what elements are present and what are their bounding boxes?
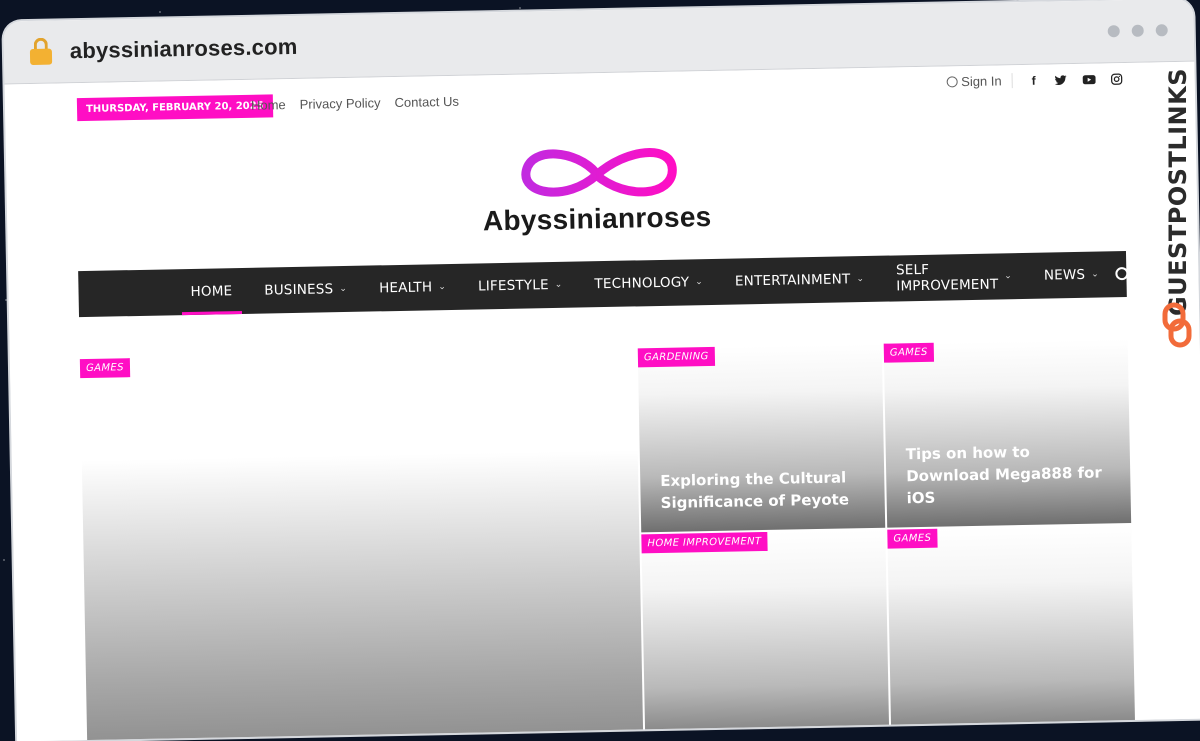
- site-logo[interactable]: Abyssinianroses: [446, 140, 748, 246]
- window-dot-1[interactable]: [1108, 25, 1120, 37]
- nav-item-business[interactable]: BUSINESS ⌄: [248, 266, 364, 314]
- featured-posts-grid: GAMES GARDENING Exploring the Cultural S…: [80, 339, 1137, 741]
- guestpostlinks-watermark: GUESTPOSTLINKS: [1158, 58, 1194, 358]
- nav-label: TECHNOLOGY: [594, 274, 689, 292]
- featured-post[interactable]: GARDENING Exploring the Cultural Signifi…: [638, 344, 885, 533]
- watermark-text: GUESTPOSTLINKS: [1164, 52, 1192, 332]
- post-title[interactable]: Beauty Casino Live: A: [911, 731, 1117, 741]
- nav-item-entertainment[interactable]: ENTERTAINMENT ⌄: [719, 256, 881, 305]
- window-dot-2[interactable]: [1132, 25, 1144, 37]
- instagram-icon[interactable]: [1111, 73, 1125, 85]
- sign-in-link[interactable]: Sign In: [946, 73, 1013, 89]
- category-badge[interactable]: GAMES: [80, 358, 130, 378]
- category-badge[interactable]: GAMES: [884, 343, 934, 363]
- nav-label: LIFESTYLE: [478, 277, 549, 294]
- featured-post[interactable]: GAMES Tips on how to Download Mega888 fo…: [884, 339, 1131, 528]
- chevron-down-icon: ⌄: [695, 277, 703, 287]
- category-badge[interactable]: HOME IMPROVEMENT: [641, 532, 767, 553]
- browser-window: abyssinianroses.com THURSDAY, FEBRUARY 2…: [3, 0, 1200, 741]
- top-links: Home Privacy Policy Contact Us: [251, 94, 459, 113]
- nav-label: NEWS: [1044, 267, 1086, 284]
- category-badge[interactable]: GAMES: [887, 529, 937, 549]
- youtube-icon[interactable]: [1083, 74, 1097, 84]
- chevron-down-icon: ⌄: [1091, 270, 1099, 280]
- nav-label: HOME: [190, 283, 232, 300]
- logo-text: Abyssinianroses: [447, 200, 748, 238]
- webpage: THURSDAY, FEBRUARY 20, 2025 Home Privacy…: [5, 62, 1200, 741]
- top-link-contact[interactable]: Contact Us: [394, 94, 459, 110]
- featured-post[interactable]: GAMES Beauty Casino Live: A: [887, 525, 1135, 741]
- nav-label: BUSINESS: [264, 281, 333, 298]
- nav-item-health[interactable]: HEALTH ⌄: [363, 264, 463, 312]
- nav-item-home[interactable]: HOME: [174, 268, 249, 315]
- window-dot-3[interactable]: [1156, 24, 1168, 36]
- facebook-icon[interactable]: f: [1027, 73, 1041, 87]
- date-badge: THURSDAY, FEBRUARY 20, 2025: [77, 94, 273, 121]
- chevron-down-icon: ⌄: [555, 280, 563, 290]
- top-right-tools: Sign In f: [946, 71, 1125, 89]
- user-icon: [946, 76, 957, 87]
- chevron-down-icon: ⌄: [438, 282, 446, 292]
- window-controls: [1108, 24, 1168, 37]
- top-link-privacy[interactable]: Privacy Policy: [300, 95, 381, 112]
- link-chain-icon: [1162, 302, 1192, 348]
- post-title[interactable]: Tips on how to Download Mega888 for iOS: [906, 439, 1113, 509]
- nav-item-technology[interactable]: TECHNOLOGY ⌄: [578, 259, 719, 308]
- nav-label: HEALTH: [379, 279, 432, 296]
- nav-item-lifestyle[interactable]: LIFESTYLE ⌄: [462, 262, 579, 310]
- post-title[interactable]: Exploring the Cultural Significance of P…: [660, 466, 867, 514]
- chevron-down-icon: ⌄: [1004, 271, 1012, 281]
- lock-icon: [30, 38, 53, 66]
- main-navigation: HOME BUSINESS ⌄ HEALTH ⌄ LIFESTYLE ⌄ TECHNO…: [78, 251, 1127, 317]
- twitter-icon[interactable]: [1055, 75, 1069, 85]
- featured-post-main[interactable]: GAMES: [80, 366, 643, 741]
- category-badge[interactable]: GARDENING: [638, 347, 715, 367]
- chevron-down-icon: ⌄: [856, 274, 864, 284]
- url-text[interactable]: abyssinianroses.com: [70, 34, 298, 64]
- nav-item-self-improvement[interactable]: SELF IMPROVEMENT ⌄: [880, 253, 1029, 302]
- nav-label: ENTERTAINMENT: [735, 271, 851, 289]
- nav-item-news[interactable]: NEWS ⌄: [1027, 251, 1115, 299]
- sign-in-label: Sign In: [961, 73, 1002, 89]
- chevron-down-icon: ⌄: [339, 284, 347, 294]
- nav-label: SELF IMPROVEMENT: [896, 260, 999, 294]
- top-link-home[interactable]: Home: [251, 97, 286, 113]
- featured-post[interactable]: HOME IMPROVEMENT: [641, 530, 889, 741]
